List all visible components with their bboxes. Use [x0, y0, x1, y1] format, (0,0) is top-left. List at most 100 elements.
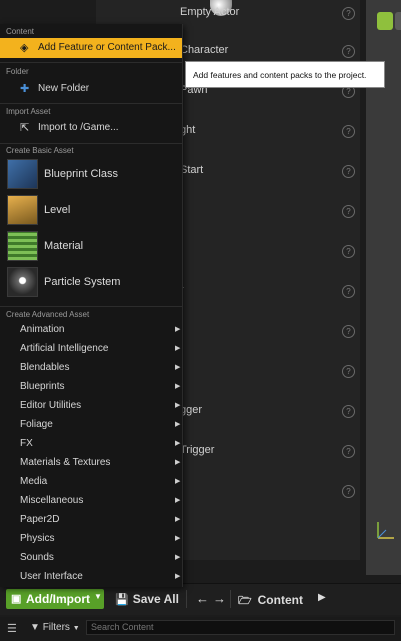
info-icon[interactable]: ?: [342, 165, 355, 178]
level-label: Level: [44, 204, 71, 216]
section-header-advanced: Create Advanced Asset: [6, 310, 90, 319]
import-label: Import to /Game...: [38, 122, 119, 133]
advanced-asset-menu-item[interactable]: Materials & Textures ▶: [0, 454, 182, 473]
add-feature-menu-item[interactable]: ◈ Add Feature or Content Pack...: [0, 38, 182, 58]
info-icon[interactable]: ?: [342, 285, 355, 298]
add-folder-icon: ▣: [11, 593, 22, 605]
new-folder-icon: ✚: [20, 83, 30, 95]
add-import-menu: Content ◈ Add Feature or Content Pack...…: [0, 24, 183, 587]
submenu-chevron-right-icon: ▶: [175, 345, 181, 352]
submenu-chevron-right-icon: ▶: [175, 440, 181, 447]
level-menu-item[interactable]: Level: [0, 193, 182, 227]
blueprint-class-menu-item[interactable]: Blueprint Class: [0, 157, 182, 191]
submenu-chevron-right-icon: ▶: [175, 402, 181, 409]
folder-icon: 🗁: [238, 595, 252, 607]
section-header-folder: Folder: [6, 67, 29, 76]
section-header-import: Import Asset: [6, 107, 51, 116]
advanced-asset-label: Media: [20, 476, 48, 487]
save-icon: 💾: [115, 594, 129, 606]
submenu-chevron-right-icon: ▶: [175, 535, 181, 542]
info-icon[interactable]: ?: [342, 485, 355, 498]
advanced-asset-label: Artificial Intelligence: [20, 343, 109, 354]
chevron-down-icon: ▼: [94, 592, 102, 601]
submenu-chevron-right-icon: ▶: [175, 326, 181, 333]
particle-system-menu-item[interactable]: Particle System: [0, 265, 182, 299]
forward-arrow-icon[interactable]: →: [213, 591, 230, 606]
advanced-asset-menu-item[interactable]: Artificial Intelligence ▶: [0, 340, 182, 359]
info-icon[interactable]: ?: [342, 405, 355, 418]
new-folder-label: New Folder: [38, 83, 90, 94]
advanced-asset-menu-item[interactable]: FX ▶: [0, 435, 182, 454]
advanced-asset-label: Foliage: [20, 419, 53, 430]
advanced-asset-menu-item[interactable]: Editor Utilities ▶: [0, 397, 182, 416]
breadcrumb-chevron-right-icon[interactable]: ▶: [318, 592, 326, 603]
material-label: Material: [44, 240, 84, 252]
info-icon[interactable]: ?: [342, 365, 355, 378]
advanced-asset-menu-item[interactable]: Foliage ▶: [0, 416, 182, 435]
viewport-perspective-button[interactable]: [395, 12, 401, 30]
advanced-asset-label: Materials & Textures: [20, 457, 111, 468]
back-arrow-icon[interactable]: ←: [196, 591, 213, 606]
import-menu-item[interactable]: ⇱ Import to /Game...: [0, 118, 182, 138]
submenu-chevron-right-icon: ▶: [175, 554, 181, 561]
breadcrumb[interactable]: 🗁 Content: [238, 592, 303, 611]
submenu-chevron-right-icon: ▶: [175, 478, 181, 485]
submenu-chevron-right-icon: ▶: [175, 497, 181, 504]
editor-window: Empty Actor?Character?Pawn?ght?Start???r…: [0, 0, 401, 641]
info-icon[interactable]: ?: [342, 205, 355, 218]
section-divider: [0, 62, 182, 63]
advanced-asset-menu-item[interactable]: Paper2D ▶: [0, 511, 182, 530]
particle-system-label: Particle System: [44, 276, 121, 288]
advanced-asset-label: Animation: [20, 324, 65, 335]
search-input[interactable]: [86, 620, 395, 635]
advanced-asset-label: Editor Utilities: [20, 400, 82, 411]
sources-panel-toggle-icon[interactable]: ☰: [7, 622, 17, 635]
blueprint-class-label: Blueprint Class: [44, 168, 118, 180]
advanced-asset-menu-item[interactable]: User Interface ▶: [0, 568, 182, 587]
advanced-asset-label: FX: [20, 438, 33, 449]
submenu-chevron-right-icon: ▶: [175, 516, 181, 523]
advanced-asset-menu-item[interactable]: Blueprints ▶: [0, 378, 182, 397]
history-nav: ←→: [196, 591, 230, 606]
info-icon[interactable]: ?: [342, 125, 355, 138]
info-icon[interactable]: ?: [342, 325, 355, 338]
place-actor-label: Trigger: [180, 444, 215, 456]
filters-label: Filters: [42, 622, 70, 633]
viewport-options-button[interactable]: [377, 12, 393, 30]
material-menu-item[interactable]: Material: [0, 229, 182, 263]
advanced-asset-menu-item[interactable]: Physics ▶: [0, 530, 182, 549]
advanced-asset-menu-item[interactable]: Blendables ▶: [0, 359, 182, 378]
toolbar-divider: [230, 590, 231, 608]
place-actor-label: Character: [180, 44, 229, 56]
add-import-label: Add/Import: [26, 592, 90, 606]
new-folder-menu-item[interactable]: ✚ New Folder: [0, 79, 182, 99]
info-icon[interactable]: ?: [342, 245, 355, 258]
section-divider: [0, 306, 182, 307]
info-icon[interactable]: ?: [342, 7, 355, 20]
submenu-chevron-right-icon: ▶: [175, 459, 181, 466]
advanced-asset-menu-item[interactable]: Media ▶: [0, 473, 182, 492]
place-actor-label: Empty Actor: [180, 6, 240, 18]
section-divider: [0, 143, 182, 144]
submenu-chevron-right-icon: ▶: [175, 421, 181, 428]
section-header-basic: Create Basic Asset: [6, 146, 74, 155]
info-icon[interactable]: ?: [342, 45, 355, 58]
info-icon[interactable]: ?: [342, 445, 355, 458]
axis-gizmo-icon: [377, 522, 394, 539]
advanced-asset-menu-item[interactable]: Sounds ▶: [0, 549, 182, 568]
filters-button[interactable]: ▼ Filters ▼: [30, 622, 80, 633]
submenu-chevron-right-icon: ▶: [175, 573, 181, 580]
import-icon: ⇱: [20, 122, 30, 134]
save-all-button[interactable]: 💾 Save All: [115, 592, 179, 606]
advanced-asset-label: Paper2D: [20, 514, 60, 525]
advanced-asset-menu-item[interactable]: Miscellaneous ▶: [0, 492, 182, 511]
filter-funnel-icon: ▼: [30, 622, 40, 633]
advanced-asset-label: Miscellaneous: [20, 495, 84, 506]
place-actor-label: gger: [180, 404, 203, 416]
add-feature-label: Add Feature or Content Pack...: [38, 42, 176, 53]
place-actor-label: Start: [180, 164, 204, 176]
advanced-asset-menu-item[interactable]: Animation ▶: [0, 321, 182, 340]
add-import-button[interactable]: ▣ Add/Import ▼: [6, 589, 104, 609]
advanced-asset-label: Blendables: [20, 362, 70, 373]
advanced-asset-label: Blueprints: [20, 381, 65, 392]
